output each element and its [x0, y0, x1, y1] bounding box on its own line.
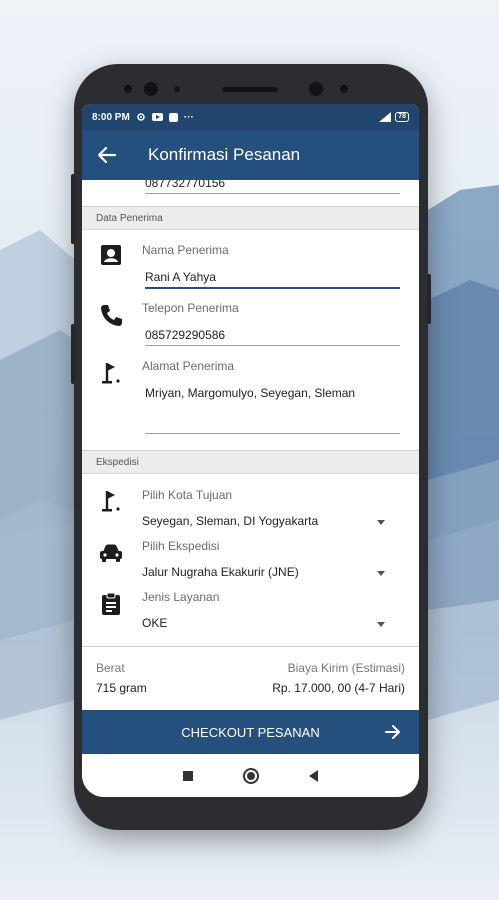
clipboard-icon — [102, 592, 120, 615]
home-button[interactable] — [243, 767, 259, 784]
recipient-address-underline — [145, 433, 400, 434]
chevron-down-icon — [377, 622, 385, 627]
recipient-address-label: Alamat Penerima — [142, 359, 235, 373]
phone-icon — [101, 305, 122, 326]
phone-power-button — [427, 274, 431, 324]
section-header-shipping: Ekspedisi — [82, 450, 419, 474]
service-type-label: Jenis Layanan — [142, 590, 220, 604]
shipping-cost-value: Rp. 17.000, 00 (4-7 Hari) — [272, 681, 405, 695]
signal-icon — [379, 112, 392, 122]
back-button[interactable] — [309, 769, 318, 782]
section-header-recipient: Data Penerima — [82, 206, 419, 230]
battery-icon: 78 — [395, 112, 409, 122]
recents-button[interactable] — [183, 770, 193, 781]
courier-label: Pilih Ekspedisi — [142, 539, 220, 553]
car-icon — [100, 544, 122, 562]
page-title: Konfirmasi Pesanan — [148, 145, 301, 164]
app-screen: 8:00 PM ··· 78 Konfirmasi Pesanan 087732… — [82, 104, 419, 797]
recipient-name-input[interactable]: Rani A Yahya — [145, 270, 400, 284]
chevron-down-icon — [377, 520, 385, 525]
contact-card-icon — [101, 245, 121, 265]
notification-icon — [168, 112, 178, 122]
golf-flag-icon — [102, 491, 120, 512]
recipient-phone-underline — [145, 345, 400, 346]
arrow-left-icon[interactable] — [96, 144, 118, 166]
shipping-cost-label: Biaya Kirim (Estimasi) — [287, 661, 405, 675]
service-type-value: OKE — [142, 616, 168, 630]
arrow-right-icon — [385, 725, 400, 739]
courier-value: Jalur Nugraha Ekakurir (JNE) — [142, 565, 299, 579]
sensor-dot — [124, 85, 132, 93]
sender-phone-field[interactable]: 087732770156 — [145, 180, 400, 194]
checkout-label: CHECKOUT PESANAN — [181, 724, 320, 740]
recipient-address-input[interactable]: Mriyan, Margomulyo, Seyegan, Sleman — [145, 386, 400, 400]
chevron-down-icon — [377, 571, 385, 576]
front-camera — [309, 82, 323, 96]
system-nav-bar — [82, 754, 419, 797]
front-camera — [144, 82, 158, 96]
order-summary: Berat 715 gram Biaya Kirim (Estimasi) Rp… — [82, 646, 419, 711]
recipient-name-label: Nama Penerima — [142, 243, 229, 257]
youtube-icon — [151, 113, 163, 121]
weight-value: 715 gram — [96, 681, 147, 695]
app-bar: Konfirmasi Pesanan — [82, 130, 419, 180]
sensor-dot — [174, 86, 180, 92]
earpiece-speaker — [222, 87, 278, 92]
phone-top-sensors — [74, 80, 428, 100]
recipient-phone-label: Telepon Penerima — [142, 301, 239, 315]
destination-city-label: Pilih Kota Tujuan — [142, 488, 233, 502]
phone-side-button — [71, 324, 75, 384]
recipient-phone-input[interactable]: 085729290586 — [145, 328, 400, 342]
destination-city-value: Seyegan, Sleman, DI Yogyakarta — [142, 514, 319, 528]
golf-flag-icon — [102, 363, 120, 384]
sensor-dot — [340, 85, 348, 93]
settings-icon — [137, 113, 145, 121]
more-notifications-icon: ··· — [183, 111, 194, 123]
recipient-name-underline — [145, 287, 400, 289]
checkout-button[interactable]: CHECKOUT PESANAN — [82, 710, 419, 754]
phone-volume-button — [71, 174, 75, 244]
status-time: 8:00 PM — [92, 111, 130, 123]
weight-label: Berat — [96, 661, 125, 675]
status-bar: 8:00 PM ··· 78 — [82, 104, 419, 130]
form-content: 087732770156 Data Penerima Nama Penerima… — [82, 180, 419, 710]
